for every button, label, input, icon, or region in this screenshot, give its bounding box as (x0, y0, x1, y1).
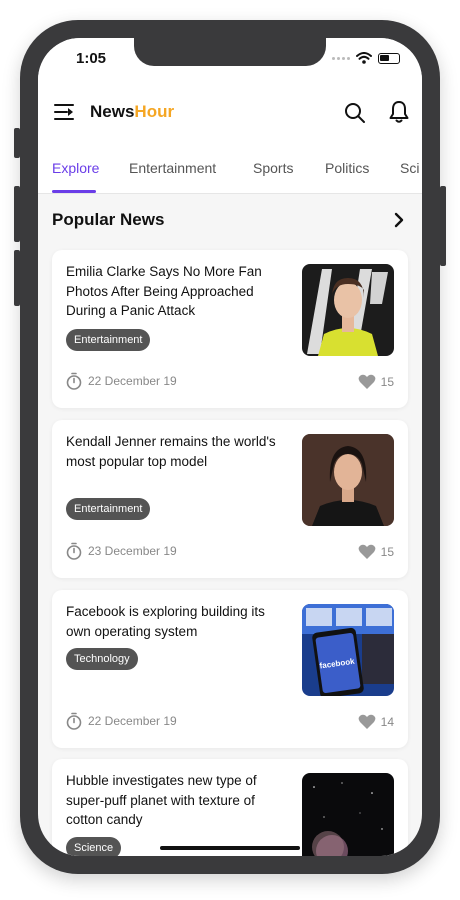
like-count[interactable]: 14 (358, 714, 394, 730)
publish-date: 22 December 19 (66, 712, 177, 730)
brand-part2: Hour (134, 102, 175, 121)
category-badge: Science (66, 837, 122, 856)
tab-science[interactable]: Sci (400, 160, 419, 176)
news-card[interactable]: Kendall Jenner remains the world's most … (52, 420, 408, 578)
heart-icon (358, 544, 376, 559)
tab-sports[interactable]: Sports (253, 160, 293, 176)
category-badge: Entertainment (66, 329, 151, 351)
phone-frame: 1:05 NewsHour Explore Entertainment Spor… (14, 20, 446, 874)
battery-icon (378, 52, 400, 64)
status-time: 1:05 (76, 50, 107, 67)
stopwatch-icon (66, 372, 82, 390)
menu-icon[interactable] (54, 104, 74, 120)
screen: 1:05 NewsHour Explore Entertainment Spor… (38, 38, 422, 856)
active-tab-indicator (52, 190, 96, 193)
news-title: Facebook is exploring building its own o… (66, 604, 265, 639)
news-thumbnail (302, 264, 394, 356)
section-title: Popular News (52, 210, 165, 229)
volume-down-button (14, 250, 20, 306)
category-tabs: Explore Entertainment Sports Politics Sc… (38, 150, 422, 194)
publish-date: 23 December 19 (66, 542, 177, 560)
date-text: 22 December 19 (88, 714, 177, 728)
signal-icon (332, 56, 350, 60)
home-indicator (160, 846, 300, 850)
publish-date: 22 December 19 (66, 372, 177, 390)
app-bar: NewsHour (38, 78, 422, 150)
heart-icon (358, 374, 376, 389)
notch (134, 38, 326, 66)
news-thumbnail: facebook (302, 604, 394, 696)
date-text: 23 December 19 (88, 544, 177, 558)
news-title: Emilia Clarke Says No More Fan Photos Af… (66, 264, 262, 318)
news-card[interactable]: Facebook is exploring building its own o… (52, 590, 408, 748)
chevron-right-icon[interactable] (392, 212, 406, 228)
category-badge: Entertainment (66, 498, 151, 520)
likes-text: 15 (380, 375, 394, 389)
news-thumbnail (302, 434, 394, 526)
like-count[interactable]: 15 (358, 544, 394, 560)
news-title: Kendall Jenner remains the world's most … (66, 434, 276, 469)
power-button (440, 186, 446, 266)
tab-politics[interactable]: Politics (325, 160, 369, 176)
likes-text: 14 (380, 715, 394, 729)
search-icon[interactable] (344, 102, 366, 124)
tab-entertainment[interactable]: Entertainment (129, 160, 216, 176)
news-title: Hubble investigates new type of super-pu… (66, 773, 257, 827)
category-badge: Technology (66, 648, 138, 670)
likes-text: 15 (380, 545, 394, 559)
heart-icon (358, 714, 376, 729)
wifi-icon (356, 52, 372, 64)
tab-explore[interactable]: Explore (52, 160, 99, 176)
brand-part1: News (90, 102, 135, 121)
date-text: 22 December 19 (88, 374, 177, 388)
news-card[interactable]: Hubble investigates new type of super-pu… (52, 759, 408, 856)
status-icons (332, 52, 400, 64)
bell-icon[interactable] (388, 100, 410, 124)
volume-up-button (14, 186, 20, 242)
mute-switch (14, 128, 20, 158)
stopwatch-icon (66, 542, 82, 560)
section-header: Popular News (38, 194, 422, 248)
like-count[interactable]: 15 (358, 374, 394, 390)
app-logo: NewsHour (90, 102, 174, 122)
news-card[interactable]: Emilia Clarke Says No More Fan Photos Af… (52, 250, 408, 408)
news-thumbnail (302, 773, 394, 856)
stopwatch-icon (66, 712, 82, 730)
